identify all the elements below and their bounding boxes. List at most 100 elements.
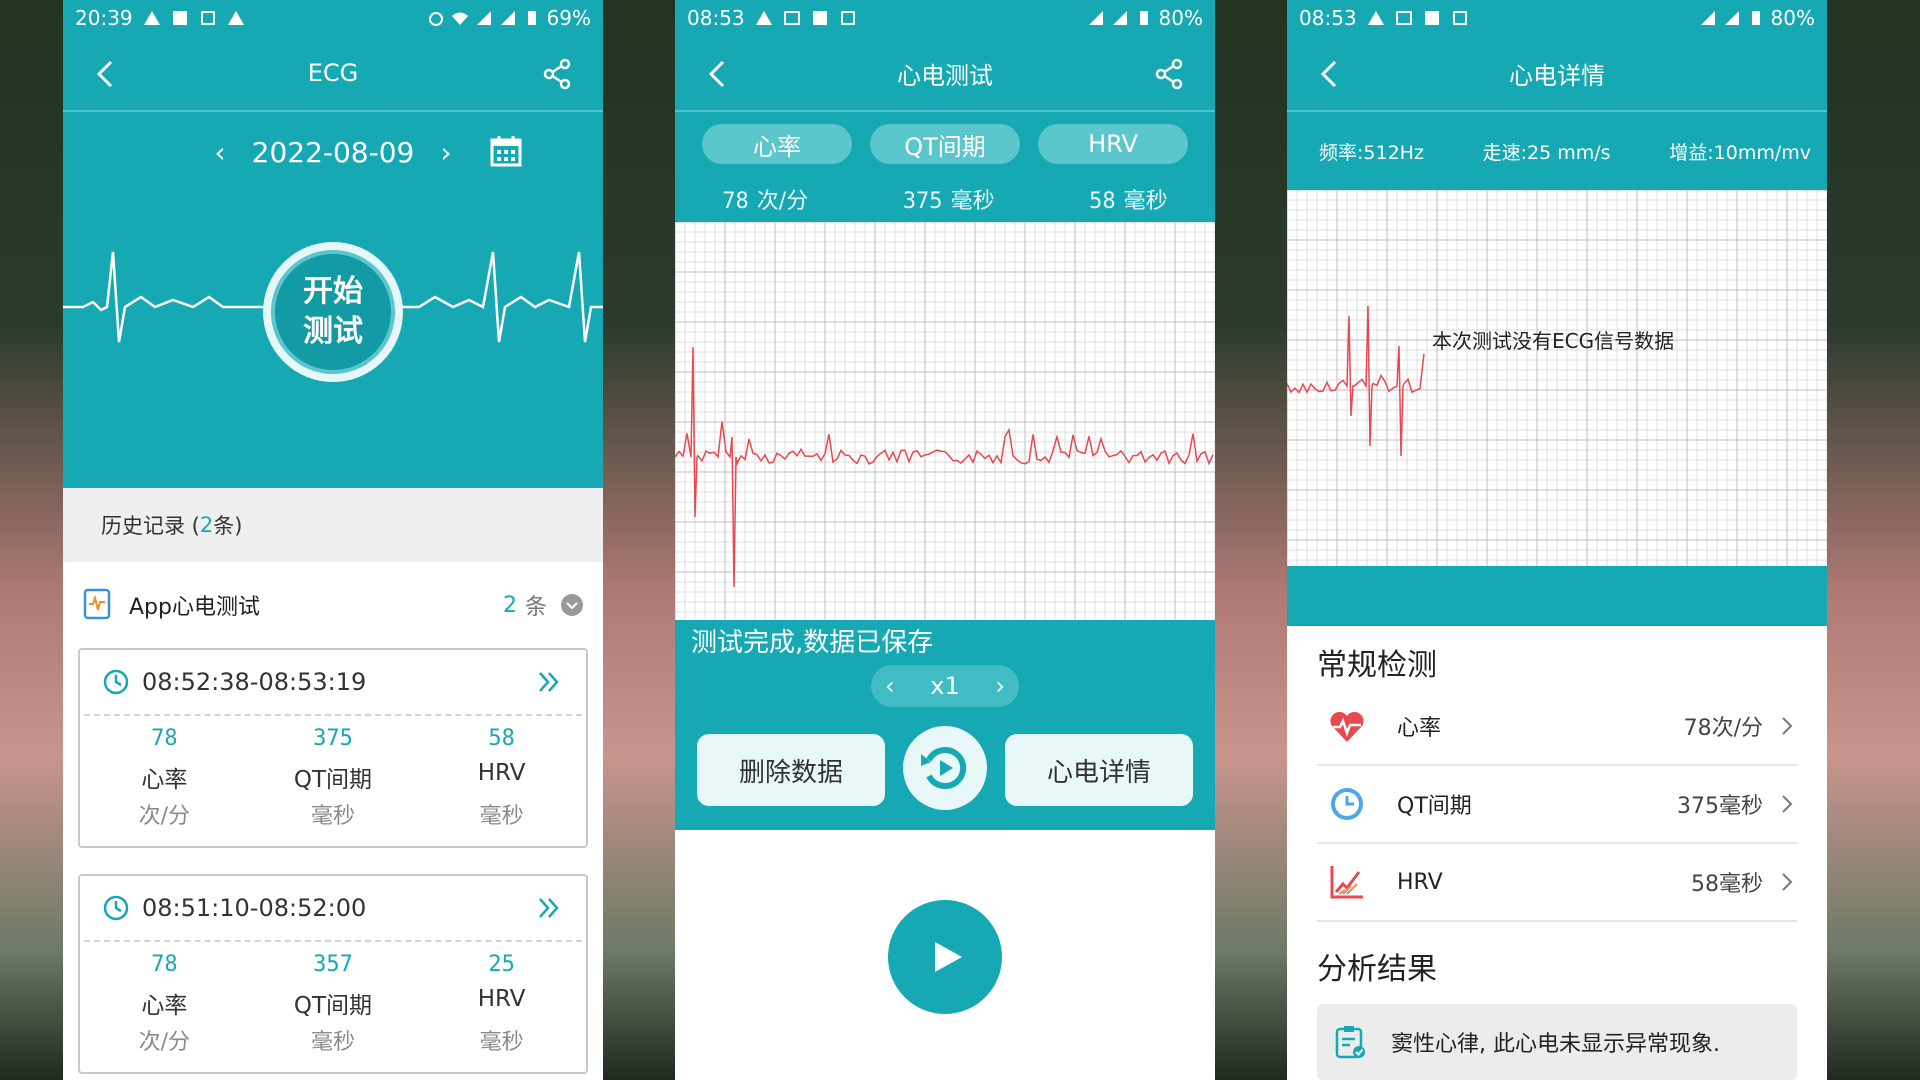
news-icon [783,11,800,25]
square-icon [172,11,187,25]
hrv-value: 58 [1089,189,1116,214]
back-arrow-icon[interactable] [699,54,739,94]
status-bar: 20:39 69% [63,0,603,36]
delete-data-button[interactable]: 删除数据 [697,734,885,806]
app-ecg-icon [83,588,111,620]
app-bar: 心电详情 [1287,36,1827,112]
speed-decrease-button[interactable]: ‹ [885,672,895,700]
status-bar: 08:53 80% [675,0,1215,36]
double-chevron-right-icon[interactable] [534,667,564,697]
heart-rate-label: 心率 [141,767,188,793]
battery-icon [1751,11,1760,25]
heart-rate-value: 78 [722,189,749,214]
play-button[interactable] [888,900,1002,1014]
hrv-unit: 毫秒 [479,804,524,829]
clock-icon [1331,788,1363,820]
analysis-result-text: 窦性心律, 此心电未显示异常现象. [1391,1032,1720,1057]
wifi-icon [451,12,468,25]
page-title: 心电测试 [897,61,993,90]
qt-readout: 375 毫秒 [903,183,995,215]
ecg-detail-button[interactable]: 心电详情 [1005,734,1193,806]
square-icon [812,11,827,25]
tab-qt-interval[interactable]: QT间期 [870,124,1020,164]
history-label: 历史记录 ( [101,514,200,538]
group-count: 2 [502,592,517,618]
record-card[interactable]: 08:52:38-08:53:19 78 心率 次/分 375 QT间期 毫秒 58 HR… [78,648,588,848]
heart-rate-readout: 78 次/分 [722,183,808,215]
heart-rate-unit: 次/分 [138,804,191,829]
ecg-waveform-panel [675,222,1215,620]
metric-row-hrv[interactable]: HRV 58毫秒 [1317,844,1797,922]
back-arrow-icon[interactable] [87,54,127,94]
hrv-unit: 毫秒 [1123,189,1168,214]
ecg-hero-area: 开始 测试 [63,192,603,488]
phone-screen-ecg-home: 20:39 69% ECG ‹ 2022-08-09 › 开始 测试 历史记录 … [63,0,603,1080]
qt-unit: 毫秒 [310,1030,355,1055]
record-group-row[interactable]: App心电测试 2 条 [63,562,603,648]
hrv-label: HRV [477,986,526,1012]
replay-button[interactable] [903,726,987,810]
paper-speed-label: 走速:25 mm/s [1482,141,1611,164]
news-icon [1395,11,1412,25]
metric-label: QT间期 [1397,794,1472,819]
current-date[interactable]: 2022-08-09 [252,136,415,169]
ecg-detail-graph: 本次测试没有ECG信号数据 [1287,189,1827,566]
phone-screen-ecg-test: 08:53 80% 心电测试 心率 QT间期 HRV 78 次/分 375 毫秒 5… [675,0,1215,1080]
speed-increase-button[interactable]: › [995,672,1005,700]
divider-band [1287,566,1827,626]
signal-icon [1700,11,1715,25]
sync-icon [200,11,215,25]
playback-speed-value: x1 [930,672,960,700]
share-icon[interactable] [1149,54,1189,94]
sync-icon [840,11,855,25]
battery-percent: 80% [1770,6,1815,30]
clock-icon [103,669,129,695]
no-signal-message: 本次测试没有ECG信号数据 [1432,329,1675,353]
next-date-button[interactable]: › [440,136,451,169]
warning-icon [1367,11,1384,25]
ecg-detail-waveform [1287,189,1827,566]
status-time: 08:53 [687,6,745,30]
heart-rate-value: 78 [151,726,178,751]
tab-hrv[interactable]: HRV [1038,124,1188,164]
analysis-result-box: 窦性心律, 此心电未显示异常现象. [1317,1004,1797,1080]
sync-icon [1452,11,1467,25]
heart-rate-label: 心率 [141,993,188,1019]
qt-value: 375 [313,726,353,751]
clock-icon [103,895,129,921]
app-bar: 心电测试 [675,36,1215,112]
hrv-unit: 毫秒 [479,1030,524,1055]
chevron-right-icon [1782,873,1793,891]
metric-label: 心率 [1397,716,1442,741]
back-arrow-icon[interactable] [1311,54,1351,94]
page-title: 心电详情 [1509,61,1605,90]
ecg-trace-line [1287,305,1425,457]
tab-heart-rate[interactable]: 心率 [702,124,852,164]
playback-speed-control: ‹ x1 › [871,665,1019,707]
signal-4g-icon [1112,11,1127,25]
chevron-right-icon [1782,795,1793,813]
signal-icon [476,11,491,25]
battery-percent: 80% [1158,6,1203,30]
group-unit: 条 [524,595,547,620]
heart-rate-unit: 次/分 [138,1030,191,1055]
start-test-button[interactable]: 开始 测试 [263,242,403,382]
start-button-line2: 测试 [303,314,363,349]
replay-icon [921,747,967,789]
metric-row-heart-rate[interactable]: 心率 78次/分 [1317,688,1797,766]
heart-rate-unit: 次/分 [756,189,809,214]
record-card[interactable]: 08:51:10-08:52:00 78 心率 次/分 357 QT间期 毫秒 25 HR… [78,874,588,1074]
hrv-label: HRV [477,760,526,786]
metric-row-qt-interval[interactable]: QT间期 375毫秒 [1317,766,1797,844]
analysis-section-title: 分析结果 [1317,952,1437,987]
battery-percent: 69% [546,6,591,30]
app-bar: ECG [63,36,603,112]
metric-values: 78 次/分 375 毫秒 58 毫秒 [675,176,1215,222]
history-count: 2 [199,513,214,537]
chevron-down-icon[interactable] [561,594,583,616]
frequency-label: 频率:512Hz [1319,141,1424,164]
double-chevron-right-icon[interactable] [534,893,564,923]
prev-date-button[interactable]: ‹ [214,136,225,169]
calendar-icon[interactable] [489,134,523,168]
share-icon[interactable] [537,54,577,94]
